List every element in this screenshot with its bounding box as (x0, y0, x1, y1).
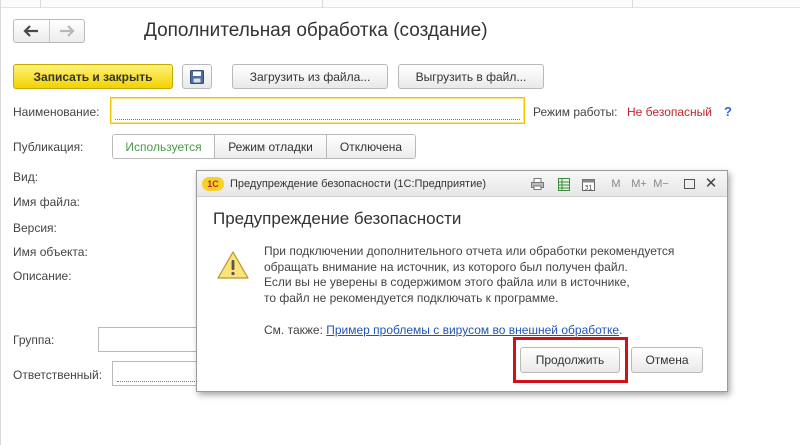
see-also-prefix: См. также: (264, 323, 327, 337)
forward-button[interactable] (48, 20, 85, 42)
publication-option-used[interactable]: Используется (113, 135, 214, 158)
description-label: Описание: (13, 269, 72, 283)
unload-to-file-button[interactable]: Выгрузить в файл... (398, 64, 544, 89)
required-underline (115, 119, 520, 120)
arrow-left-icon (23, 25, 39, 37)
publication-switch: Используется Режим отладки Отключена (112, 134, 416, 159)
publication-option-disabled[interactable]: Отключена (326, 135, 415, 158)
arrow-right-icon (59, 25, 75, 37)
see-also: См. также: Пример проблемы с вирусом во … (264, 323, 622, 337)
left-border (0, 0, 1, 445)
save-button[interactable] (182, 64, 212, 89)
save-and-close-button[interactable]: Записать и закрыть (13, 64, 173, 89)
top-tab-strip (0, 0, 800, 8)
message-line: Если вы не уверены в содержимом этого фа… (264, 275, 630, 289)
memory-plus-icon[interactable]: M+ (630, 176, 648, 192)
virus-example-link[interactable]: Пример проблемы с вирусом во внешней обр… (326, 323, 619, 337)
mode-help-icon[interactable]: ? (724, 104, 732, 119)
version-label: Версия: (13, 221, 57, 235)
file-name-label: Имя файла: (13, 195, 80, 209)
calendar-icon[interactable]: 31 (581, 176, 595, 192)
close-icon[interactable]: ✕ (704, 175, 718, 192)
message-line: то файл не рекомендуется подключать к пр… (264, 290, 559, 305)
spreadsheet-icon[interactable] (557, 176, 571, 192)
navigation-buttons (13, 19, 85, 43)
message-line: обращать внимание на источник, из которо… (264, 259, 628, 274)
dialog-titlebar: 1С Предупреждение безопасности (1С:Предп… (197, 171, 727, 197)
mode-label: Режим работы: (533, 105, 618, 119)
warning-icon (217, 251, 249, 279)
publication-option-debug[interactable]: Режим отладки (214, 135, 326, 158)
group-label: Группа: (13, 333, 55, 347)
memory-minus-icon[interactable]: M− (652, 176, 670, 192)
publication-label: Публикация: (13, 140, 84, 154)
continue-highlight-frame (513, 337, 628, 383)
see-also-suffix: . (619, 323, 623, 337)
object-name-label: Имя объекта: (13, 245, 88, 259)
dialog-heading: Предупреждение безопасности (213, 209, 462, 228)
name-input[interactable] (110, 97, 525, 124)
1c-logo-icon: 1С (202, 177, 224, 191)
print-icon[interactable] (530, 176, 544, 192)
responsible-input[interactable] (112, 361, 200, 386)
svg-text:31: 31 (584, 184, 592, 191)
name-label: Наименование: (13, 105, 100, 119)
maximize-icon[interactable] (684, 179, 695, 189)
floppy-disk-icon (190, 69, 204, 84)
group-input[interactable] (98, 327, 200, 352)
message-line: При подключении дополнительного отчета и… (264, 244, 675, 258)
load-from-file-button[interactable]: Загрузить из файла... (232, 64, 388, 89)
cancel-button[interactable]: Отмена (631, 347, 703, 373)
responsible-label: Ответственный: (13, 368, 103, 382)
kind-label: Вид: (13, 170, 39, 184)
back-button[interactable] (14, 20, 49, 42)
required-underline (117, 381, 195, 382)
page-title: Дополнительная обработка (создание) (144, 20, 488, 41)
memory-icon[interactable]: M (609, 176, 623, 192)
security-warning-dialog: 1С Предупреждение безопасности (1С:Предп… (196, 170, 728, 392)
warning-message: При подключении дополнительного отчета и… (264, 244, 714, 306)
mode-value-link[interactable]: Не безопасный (627, 105, 712, 119)
dialog-title: Предупреждение безопасности (1С:Предприя… (230, 178, 487, 190)
